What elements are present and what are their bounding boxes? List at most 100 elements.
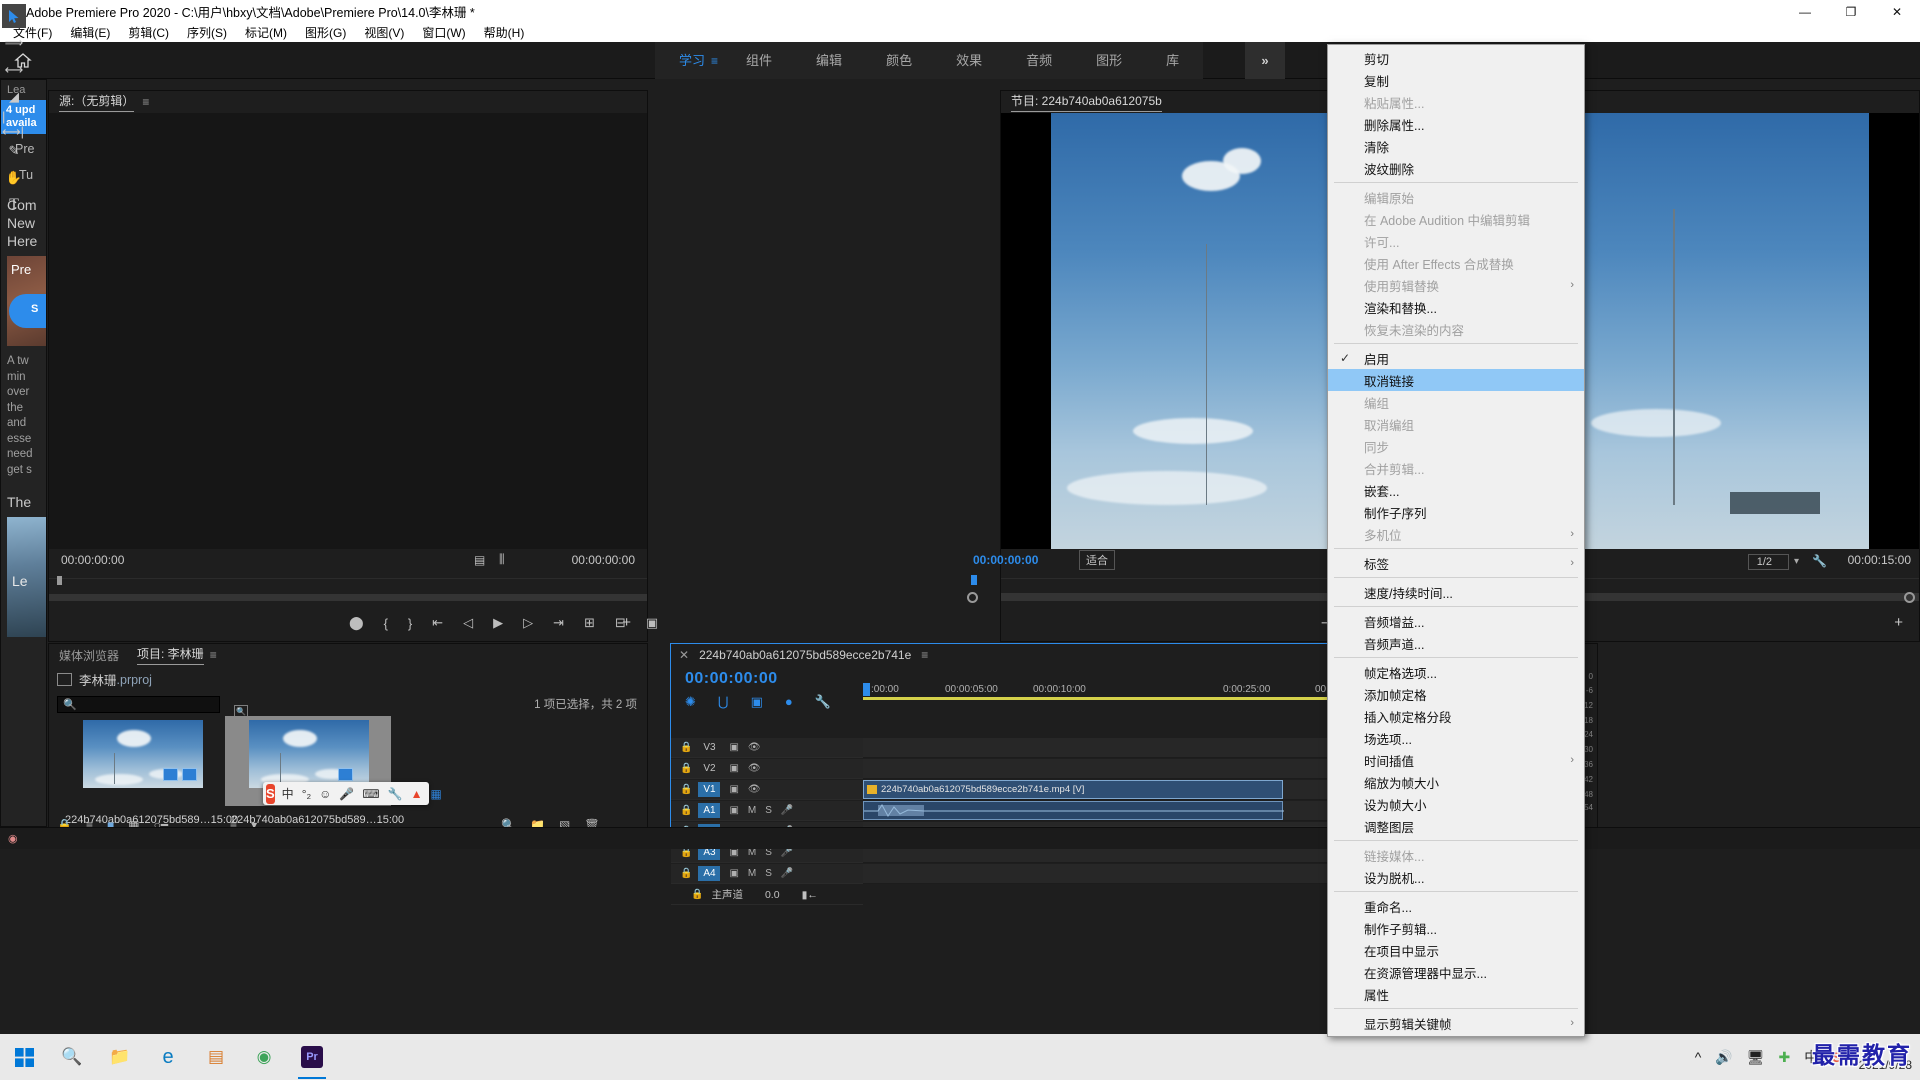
context-menu-item[interactable]: 时间插值 ›	[1328, 749, 1584, 771]
marker-icon[interactable]: ●	[785, 694, 793, 710]
razor-tool[interactable]: ◢	[2, 85, 26, 109]
menu-marker[interactable]: 标记(M)	[236, 23, 296, 42]
source-settings-icon[interactable]: ⫼	[499, 552, 505, 567]
tab-effects[interactable]: 效果	[934, 42, 1004, 79]
context-menu-item[interactable]: 取消链接	[1328, 369, 1584, 391]
tab-graphics[interactable]: 图形	[1074, 42, 1144, 79]
context-menu-item[interactable]: 帧定格选项...	[1328, 661, 1584, 683]
chevron-down-icon[interactable]: ▾	[1794, 556, 1799, 567]
context-menu-item[interactable]: 音频增益...	[1328, 610, 1584, 632]
play-icon[interactable]: ▶	[493, 615, 503, 631]
timeline-timecode[interactable]: 00:00:00:00	[685, 670, 778, 688]
program-playhead[interactable]	[971, 575, 977, 585]
program-zoom-handle-right[interactable]	[1904, 592, 1915, 603]
lock-icon[interactable]: 🔒	[680, 868, 692, 879]
track-header-v2[interactable]: 🔒 V2 ▣ 👁	[671, 759, 863, 779]
store-icon[interactable]: ▤	[192, 1034, 240, 1080]
context-menu-item[interactable]: 剪切	[1328, 47, 1584, 69]
track-header-v3[interactable]: 🔒 V3 ▣ 👁	[671, 738, 863, 758]
track-label[interactable]: V2	[698, 761, 720, 776]
project-panel-menu-icon[interactable]: ≡	[210, 648, 217, 662]
search-icon[interactable]: 🔍	[48, 1034, 96, 1080]
track-output-icon[interactable]: ▣	[729, 868, 738, 879]
source-playhead[interactable]	[57, 576, 62, 585]
menu-edit[interactable]: 编辑(E)	[61, 23, 119, 42]
context-menu-item[interactable]: 清除	[1328, 135, 1584, 157]
track-label[interactable]: V1	[698, 782, 721, 797]
mark-in-icon[interactable]: {	[384, 616, 388, 631]
menu-view[interactable]: 视图(V)	[355, 23, 413, 42]
keyboard-icon[interactable]: ⌨	[362, 787, 379, 801]
chrome-icon[interactable]: ◉	[240, 1034, 288, 1080]
context-menu-item[interactable]: 音频声道...	[1328, 632, 1584, 654]
source-monitor-tab[interactable]: 源:（无剪辑）	[59, 92, 135, 112]
context-menu-item[interactable]: 显示剪辑关键帧 ›	[1328, 1012, 1584, 1034]
track-label[interactable]: A1	[698, 803, 721, 818]
selection-tool[interactable]	[2, 4, 26, 28]
context-menu-item[interactable]: 重命名...	[1328, 895, 1584, 917]
master-track-value[interactable]: 0.0	[765, 889, 780, 901]
ime-punctuation-icon[interactable]: °₂	[302, 787, 311, 801]
track-header-a1[interactable]: 🔒 A1 ▣ M S 🎤	[671, 801, 863, 821]
type-tool[interactable]: T	[2, 193, 26, 217]
source-frame-icon[interactable]: ▤	[474, 553, 485, 567]
context-menu-item[interactable]: 场选项...	[1328, 727, 1584, 749]
track-header-a4[interactable]: 🔒 A4 ▣ M S 🎤	[671, 864, 863, 884]
maximize-button[interactable]: ❐	[1828, 0, 1874, 23]
context-menu-item[interactable]: 缩放为帧大小	[1328, 771, 1584, 793]
file-explorer-icon[interactable]: 📁	[96, 1034, 144, 1080]
context-menu-item[interactable]: 制作子剪辑...	[1328, 917, 1584, 939]
step-forward-icon[interactable]: ▷	[523, 615, 533, 631]
hand-tool[interactable]: ✋	[2, 166, 26, 190]
mute-icon[interactable]: M	[748, 805, 756, 816]
mic-icon[interactable]: 🎤	[781, 805, 793, 816]
mute-icon[interactable]: M	[748, 868, 756, 879]
learn-card-secondary[interactable]: Le	[7, 517, 46, 637]
wrench-icon[interactable]: 🔧	[1812, 554, 1827, 568]
program-zoom-handle-left[interactable]	[967, 592, 978, 603]
timeline-clip-audio[interactable]	[863, 801, 1284, 820]
pen-tool[interactable]: ✎	[2, 139, 26, 163]
source-monitor-viewport[interactable]	[49, 113, 647, 549]
snap-icon[interactable]: ⋃	[718, 694, 729, 710]
list-item[interactable]: 224b740ab0a612075bd589… 15:00	[59, 716, 238, 826]
lock-icon[interactable]: 🔒	[691, 889, 703, 900]
network-icon[interactable]: 🖥	[1747, 1049, 1765, 1066]
source-monitor-menu-icon[interactable]: ≡	[142, 95, 149, 109]
toolbox-icon[interactable]: 🔧	[388, 787, 403, 801]
nest-icon[interactable]: ✺	[685, 694, 696, 710]
context-menu-item[interactable]: ✓ 启用	[1328, 347, 1584, 369]
menu-window[interactable]: 窗口(W)	[413, 23, 474, 42]
learn-card-button[interactable]: S	[9, 294, 46, 328]
linked-selection-icon[interactable]: ▣	[751, 694, 763, 710]
ripple-edit-tool[interactable]: ⟷	[2, 58, 26, 82]
track-output-icon[interactable]: ▣	[729, 805, 738, 816]
insert-icon[interactable]: ⊞	[584, 615, 595, 631]
timeline-menu-icon[interactable]: ≡	[921, 648, 928, 662]
eye-icon[interactable]: 👁	[748, 784, 761, 795]
tab-editing[interactable]: 编辑	[794, 42, 864, 79]
timeline-clip-video[interactable]: 224b740ab0a612075bd589ecce2b741e.mp4 [V]	[863, 780, 1283, 799]
master-keyframe-icon[interactable]: ▮←	[802, 889, 818, 901]
solo-icon[interactable]: S	[765, 805, 772, 816]
apps-icon[interactable]: ▦	[431, 787, 442, 801]
mic-icon[interactable]: 🎤	[339, 787, 354, 801]
tab-media-browser[interactable]: 媒体浏览器	[59, 647, 119, 664]
close-button[interactable]: ✕	[1874, 0, 1920, 23]
workspace-more-button[interactable]: »	[1245, 42, 1285, 79]
track-output-icon[interactable]: ▣	[729, 784, 738, 795]
premiere-icon[interactable]: Pr	[288, 1034, 336, 1080]
update-icon[interactable]: ✚	[1779, 1049, 1791, 1066]
chevron-up-icon[interactable]: ^	[1695, 1049, 1702, 1065]
lock-icon[interactable]: 🔒	[680, 805, 692, 816]
program-button-editor-plus[interactable]: +	[1894, 614, 1903, 631]
tab-color[interactable]: 颜色	[864, 42, 934, 79]
program-fit-dropdown[interactable]: 适合	[1079, 550, 1115, 570]
ime-mode-chinese[interactable]: 中	[282, 785, 294, 802]
context-menu-item[interactable]: 调整图层	[1328, 815, 1584, 837]
track-header-v1[interactable]: 🔒 V1 ▣ 👁	[671, 780, 863, 800]
program-monitor-tab[interactable]: 节目: 224b740ab0a612075b	[1011, 92, 1162, 112]
source-button-editor-plus[interactable]: +	[622, 614, 631, 631]
context-menu-item[interactable]: 嵌套...	[1328, 479, 1584, 501]
tab-project[interactable]: 项目: 李林珊	[137, 645, 204, 665]
